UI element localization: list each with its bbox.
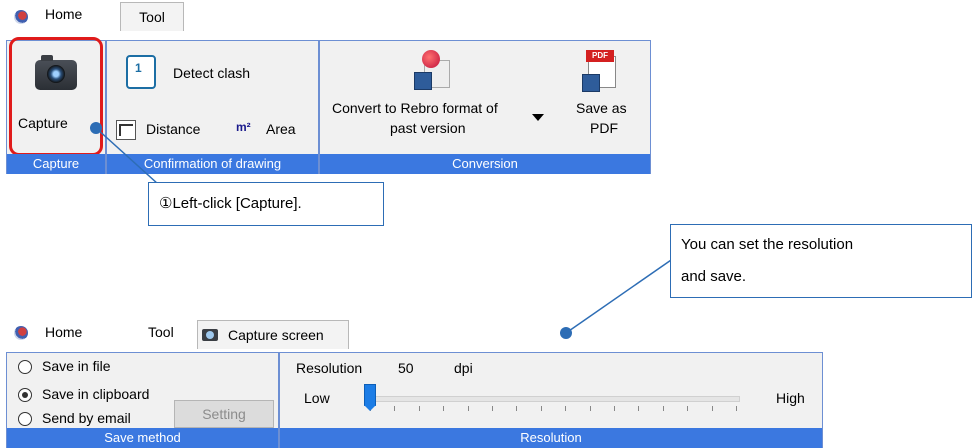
resolution-slider[interactable]: [360, 382, 742, 416]
send-by-email-option[interactable]: Send by email: [12, 404, 162, 430]
resolution-pointer-dot: [560, 327, 572, 339]
slider-tick: [516, 406, 518, 411]
slider-thumb[interactable]: [364, 384, 376, 411]
save-in-clipboard-label: Save in clipboard: [42, 386, 150, 402]
resolution-unit: dpi: [454, 360, 473, 376]
app-logo-icon[interactable]: [14, 326, 28, 340]
tab-capture-screen[interactable]: Capture screen: [197, 320, 349, 349]
slider-tick: [614, 406, 615, 411]
tab-tool[interactable]: Tool: [148, 318, 188, 346]
group-label-resolution: Resolution: [280, 428, 822, 448]
capture-step-callout: ①Left-click [Capture].: [148, 182, 384, 226]
save-in-file-option[interactable]: Save in file: [12, 352, 212, 378]
resolution-value: 50: [398, 360, 414, 376]
slider-track[interactable]: [366, 396, 740, 402]
capture-pointer-dot: [90, 122, 102, 134]
slider-tick: [638, 406, 640, 411]
slider-tick: [443, 406, 445, 411]
resolution-callout-line1: You can set the resolution: [681, 236, 854, 253]
capture-step-text: ①Left-click [Capture].: [159, 195, 302, 212]
slider-ticks: [370, 406, 737, 412]
resolution-callout: You can set the resolution and save.: [670, 224, 972, 298]
send-by-email-label: Send by email: [42, 410, 131, 426]
save-in-file-label: Save in file: [42, 358, 111, 374]
capture-callout-leader: [95, 127, 159, 185]
slider-tick: [394, 406, 396, 411]
resolution-caption: Resolution: [296, 360, 363, 376]
slider-high-label: High: [776, 390, 805, 406]
slider-tick: [492, 406, 493, 411]
camera-icon: [202, 329, 218, 341]
slider-tick: [711, 406, 713, 411]
tab-capture-screen-label: Capture screen: [228, 327, 324, 343]
slider-tick: [467, 406, 469, 411]
resolution-callout-leader: [565, 257, 675, 334]
radio-save-in-clipboard[interactable]: [18, 388, 32, 402]
resolution-callout-line2: and save.: [681, 268, 747, 285]
slider-tick: [565, 406, 567, 411]
slider-tick: [662, 406, 664, 411]
slider-tick: [589, 406, 591, 411]
slider-tick: [687, 406, 689, 411]
group-label-save-method: Save method: [7, 428, 278, 448]
slider-tick: [540, 406, 542, 411]
slider-low-label: Low: [304, 390, 330, 406]
slider-tick: [736, 406, 737, 411]
slider-tick: [418, 406, 420, 411]
radio-send-by-email[interactable]: [18, 412, 32, 426]
setting-button[interactable]: Setting: [174, 400, 274, 428]
tab-home[interactable]: Home: [45, 318, 105, 346]
radio-save-in-file[interactable]: [18, 360, 32, 374]
